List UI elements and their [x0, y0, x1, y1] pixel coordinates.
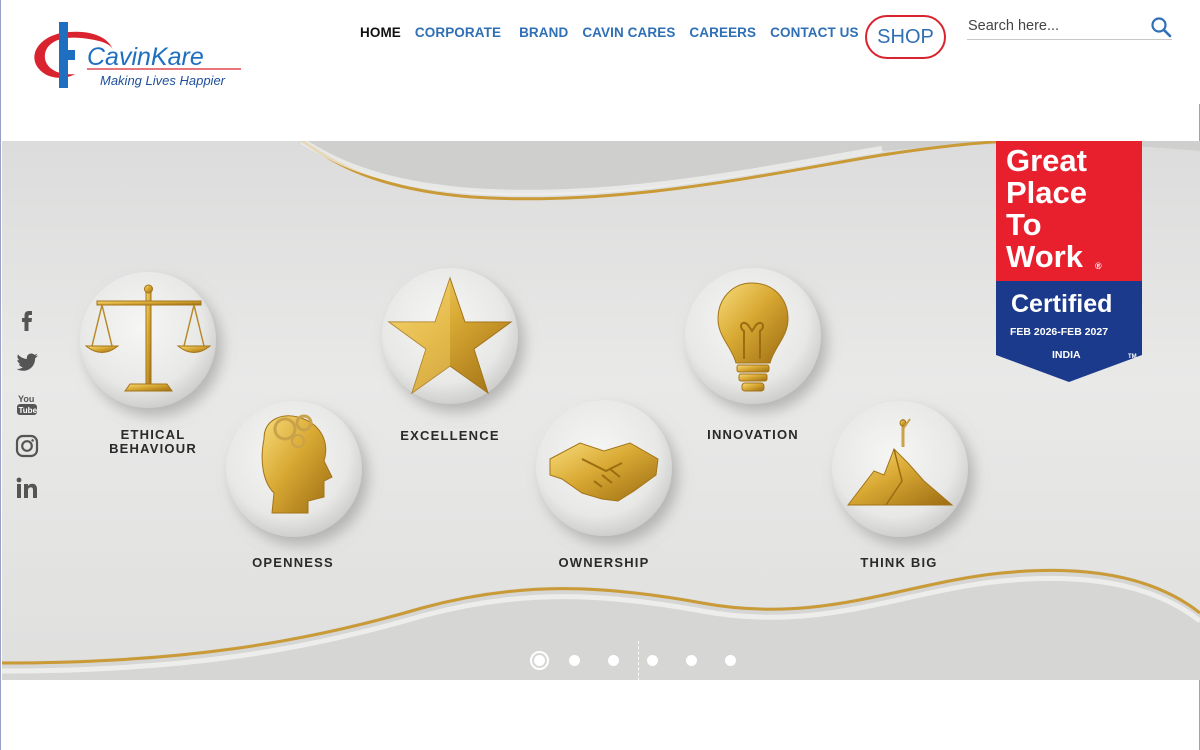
shop-button[interactable]: SHOP	[865, 15, 946, 59]
value-label-think-big: THINK BIG	[860, 555, 938, 570]
badge-tm: TM	[1128, 354, 1137, 360]
slide-dot-1[interactable]	[530, 651, 549, 670]
nav-corporate[interactable]: CORPORATE	[415, 25, 501, 40]
nav-cavin-cares[interactable]: CAVIN CARES	[582, 25, 675, 40]
slider-dots	[530, 651, 764, 670]
linkedin-icon[interactable]	[14, 475, 40, 501]
social-links: You Tube	[14, 307, 42, 517]
badge-line4: Work	[1006, 239, 1084, 274]
site-header: CavinKare Making Lives Happier HOME CORP…	[1, 0, 1200, 104]
value-label-ownership: OWNERSHIP	[558, 555, 650, 570]
nav-careers[interactable]: CAREERS	[689, 25, 756, 40]
youtube-icon[interactable]: You Tube	[14, 391, 40, 417]
badge-line3: To	[1006, 207, 1042, 242]
cavinkare-logo[interactable]: CavinKare Making Lives Happier	[29, 20, 244, 92]
main-nav: HOME CORPORATE BRAND CAVIN CARES CAREERS…	[360, 25, 873, 40]
hero-banner: ETHICAL BEHAVIOUR OPENNESS EXCELLENCE OW…	[2, 141, 1200, 680]
value-innovation	[685, 268, 821, 404]
slide-dot-4[interactable]	[647, 655, 658, 666]
badge-certified: Certified	[1011, 290, 1112, 318]
facebook-icon[interactable]	[14, 307, 40, 333]
logo-tagline: Making Lives Happier	[100, 73, 226, 88]
value-label-line1: ETHICAL	[120, 427, 186, 442]
value-label-openness: OPENNESS	[252, 555, 334, 570]
twitter-icon[interactable]	[14, 349, 40, 375]
value-label-excellence: EXCELLENCE	[400, 428, 500, 443]
value-excellence	[382, 268, 518, 404]
badge-country: INDIA	[1052, 349, 1081, 361]
page: CavinKare Making Lives Happier HOME CORP…	[0, 0, 1200, 750]
svg-text:Tube: Tube	[19, 406, 38, 415]
value-label-innovation: INNOVATION	[707, 427, 799, 442]
instagram-icon[interactable]	[14, 433, 40, 459]
badge-line1: Great	[1006, 143, 1087, 178]
value-label-line2: BEHAVIOUR	[109, 441, 197, 456]
value-openness	[226, 401, 362, 537]
nav-contact-us[interactable]: CONTACT US	[770, 25, 859, 40]
slide-dot-5[interactable]	[686, 655, 697, 666]
search-icon[interactable]	[1150, 16, 1172, 38]
slide-dot-3[interactable]	[608, 655, 619, 666]
badge-line2: Place	[1006, 175, 1087, 210]
slide-dot-6[interactable]	[725, 655, 736, 666]
value-label-ethical-behaviour: ETHICAL BEHAVIOUR	[98, 428, 208, 456]
value-ownership	[536, 400, 672, 536]
value-ethical-behaviour	[80, 272, 216, 408]
badge-period: FEB 2026-FEB 2027	[1010, 326, 1108, 338]
search-input[interactable]	[967, 14, 1142, 38]
logo-wordmark: CavinKare	[87, 43, 204, 71]
slide-dot-2[interactable]	[569, 655, 580, 666]
search-box	[967, 14, 1172, 40]
great-place-to-work-badge[interactable]: Great Place To Work ® Certified FEB 2026…	[996, 141, 1142, 382]
badge-registered: ®	[1095, 261, 1102, 271]
nav-home[interactable]: HOME	[360, 25, 401, 40]
svg-text:You: You	[18, 394, 34, 404]
nav-brand[interactable]: BRAND	[519, 25, 568, 40]
value-think-big	[832, 401, 968, 537]
